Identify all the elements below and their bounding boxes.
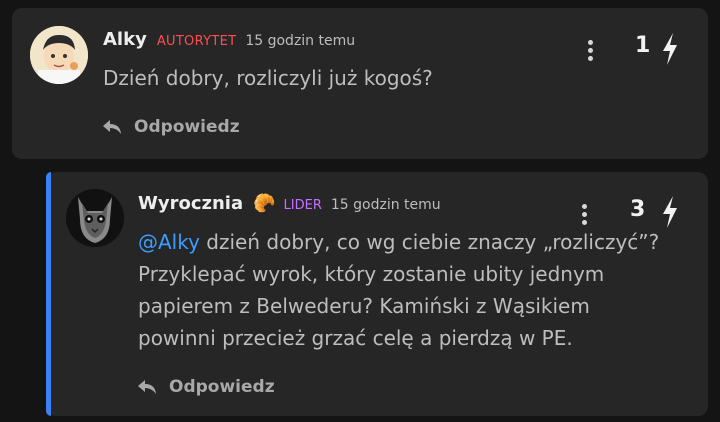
vote-count: 3 <box>630 197 646 222</box>
avatar[interactable] <box>66 189 124 247</box>
author-name[interactable]: Wyrocznia <box>138 193 243 214</box>
role-badge: LIDER <box>283 198 322 213</box>
lightning-bolt-icon[interactable] <box>661 196 679 228</box>
reply-button[interactable]: Odpowiedz <box>102 117 240 137</box>
croissant-badge-icon: 🥐 <box>253 193 276 214</box>
comment-text-line: papierem z Belwederu? Kamiński z Wąsikie… <box>138 294 590 318</box>
vote-count: 1 <box>635 33 651 58</box>
timestamp[interactable]: 15 godzin temu <box>245 33 355 49</box>
reply-arrow-icon <box>138 380 156 394</box>
reply-label: Odpowiedz <box>134 117 240 137</box>
comment-text-line: Przyklepać wyrok, który zostanie ubity j… <box>138 262 605 286</box>
role-badge: AUTORYTET <box>156 34 237 49</box>
timestamp[interactable]: 15 godzin temu <box>331 197 441 213</box>
more-vertical-icon[interactable] <box>586 40 594 61</box>
author-name[interactable]: Alky <box>103 29 147 50</box>
comment-text: Dzień dobry, rozliczyli już kogoś? <box>103 66 433 90</box>
comment-text: @Alky dzień dobry, co wg ciebie znaczy „… <box>138 226 698 354</box>
avatar[interactable] <box>30 26 88 84</box>
comment-text-line: powinni przecież grzać celę a pierdzą w … <box>138 326 573 350</box>
thread-indicator-bar <box>46 172 51 416</box>
reply-arrow-icon <box>103 120 121 134</box>
user-mention-link[interactable]: @Alky <box>138 230 200 254</box>
comment-text-line: @Alky dzień dobry, co wg ciebie znaczy „… <box>138 230 660 254</box>
reply-label: Odpowiedz <box>169 377 275 397</box>
more-vertical-icon[interactable] <box>580 204 588 225</box>
lightning-bolt-icon[interactable] <box>661 33 679 65</box>
comment-header: Alky AUTORYTET 15 godzin temu <box>103 29 355 50</box>
reply-button[interactable]: Odpowiedz <box>137 377 275 397</box>
comment-header: Wyrocznia 🥐 LIDER 15 godzin temu <box>138 193 441 214</box>
